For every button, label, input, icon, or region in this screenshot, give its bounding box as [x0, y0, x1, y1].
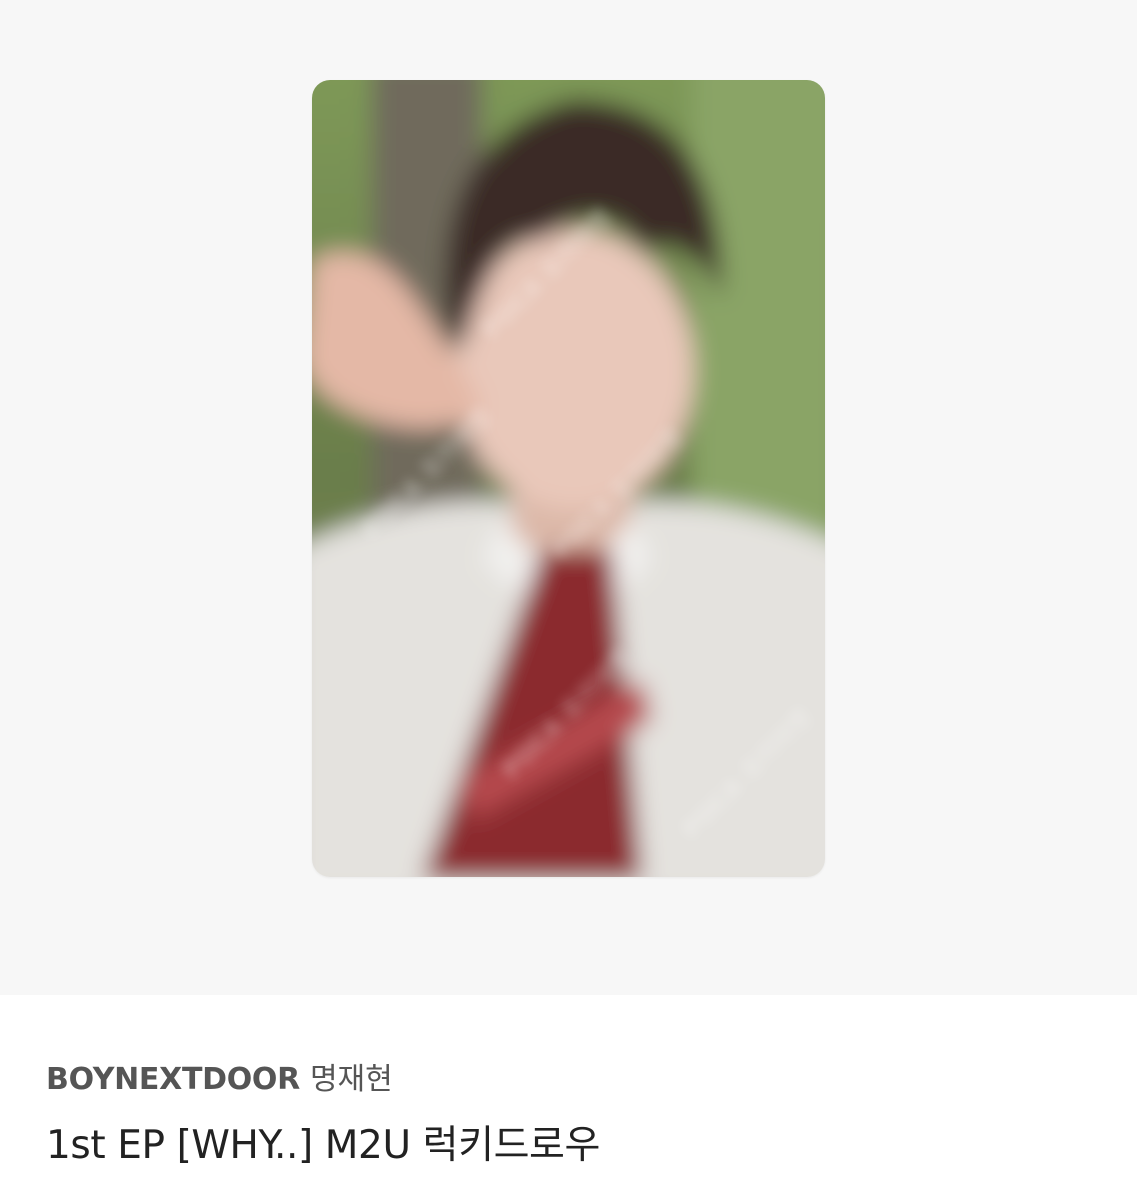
group-name[interactable]: BOYNEXTDOOR: [46, 1062, 300, 1097]
photocard-blurred-photo: POCA 포카마켓 POCA 포카마켓 POCA 포카마켓 POCA 포카마켓 …: [312, 80, 825, 877]
product-image-area: POCA 포카마켓 POCA 포카마켓 POCA 포카마켓 POCA 포카마켓 …: [0, 0, 1137, 995]
product-title: 1st EP [WHY..] M2U 럭키드로우: [46, 1123, 601, 1168]
artist-line: BOYNEXTDOOR 명재현: [46, 1060, 1096, 1100]
product-info: BOYNEXTDOOR 명재현 1st EP [WHY..] M2U 럭키드로우: [46, 1060, 1096, 1170]
photocard-image[interactable]: POCA 포카마켓 POCA 포카마켓 POCA 포카마켓 POCA 포카마켓 …: [312, 80, 825, 877]
member-name[interactable]: 명재현: [310, 1062, 393, 1097]
